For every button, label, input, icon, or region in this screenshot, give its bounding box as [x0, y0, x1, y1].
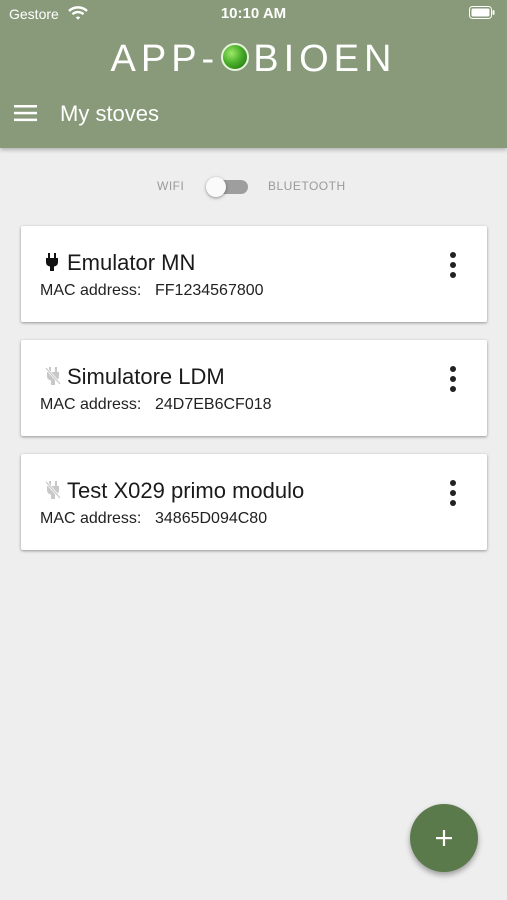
device-card[interactable]: Simulatore LDM MAC address: 24D7EB6CF018 — [21, 340, 487, 436]
mac-address-label: MAC address: — [40, 282, 142, 299]
logo-ball-icon — [221, 42, 250, 71]
logo-text-right: BIOEN — [253, 38, 397, 80]
battery-icon — [469, 6, 495, 24]
app-header: Gestore 10:10 AM APP- BIOEN My stoves — [0, 0, 507, 148]
device-name: Emulator MN — [67, 250, 196, 275]
mac-address-value: 34865D094C80 — [155, 510, 268, 527]
device-card[interactable]: Test X029 primo modulo MAC address: 3486… — [21, 454, 487, 550]
plug-off-icon — [45, 367, 61, 390]
logo-text-left: APP- — [110, 38, 220, 80]
more-vertical-icon[interactable] — [443, 478, 463, 512]
mac-address-label: MAC address: — [40, 396, 142, 413]
device-card[interactable]: Emulator MN MAC address: FF1234567800 — [21, 226, 487, 322]
app-logo: APP- BIOEN — [0, 38, 507, 81]
switch-thumb[interactable] — [206, 177, 226, 197]
plug-icon — [45, 253, 59, 276]
more-vertical-icon[interactable] — [443, 250, 463, 284]
connection-toggle: WIFI BLUETOOTH — [0, 176, 507, 198]
plus-icon — [410, 804, 478, 877]
mac-address-value: FF1234567800 — [155, 282, 264, 299]
mac-address-label: MAC address: — [40, 510, 142, 527]
wifi-bluetooth-switch[interactable] — [206, 177, 250, 197]
page-title: My stoves — [60, 101, 160, 126]
mac-address-value: 24D7EB6CF018 — [155, 396, 272, 413]
status-bar: Gestore 10:10 AM — [0, 0, 507, 28]
wifi-label: WIFI — [157, 179, 185, 193]
plug-off-icon — [45, 481, 61, 504]
bluetooth-label: BLUETOOTH — [268, 179, 346, 193]
status-time: 10:10 AM — [220, 5, 287, 22]
hamburger-menu-icon[interactable] — [14, 104, 38, 127]
add-stove-button[interactable] — [410, 804, 478, 872]
more-vertical-icon[interactable] — [443, 364, 463, 398]
device-name: Test X029 primo modulo — [67, 478, 305, 503]
device-name: Simulatore LDM — [67, 364, 225, 389]
